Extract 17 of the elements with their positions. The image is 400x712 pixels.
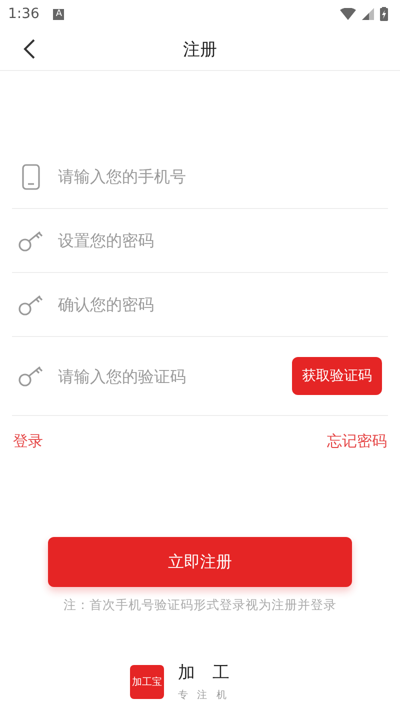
- brand-name: 加 工: [178, 662, 236, 684]
- key-icon: [18, 294, 44, 316]
- brand-logo: 加工宝: [130, 664, 164, 698]
- register-button[interactable]: 立即注册: [48, 537, 352, 587]
- get-code-button[interactable]: 获取验证码: [292, 357, 382, 395]
- brand-tagline: 专 注 机: [178, 688, 230, 702]
- forgot-password-link[interactable]: 忘记密码: [327, 432, 387, 451]
- key-icon: [18, 365, 44, 387]
- note-text: 注：首次手机号验证码形式登录视为注册并登录: [62, 597, 338, 614]
- key-icon: [18, 230, 44, 252]
- login-link[interactable]: 登录: [13, 432, 43, 451]
- battery-icon: [380, 7, 388, 21]
- status-time: 1:36: [8, 6, 40, 22]
- signal-icon: [362, 8, 374, 20]
- wifi-icon: [340, 8, 356, 20]
- notification-icon: A: [53, 8, 64, 20]
- page-title: 注册: [183, 38, 217, 60]
